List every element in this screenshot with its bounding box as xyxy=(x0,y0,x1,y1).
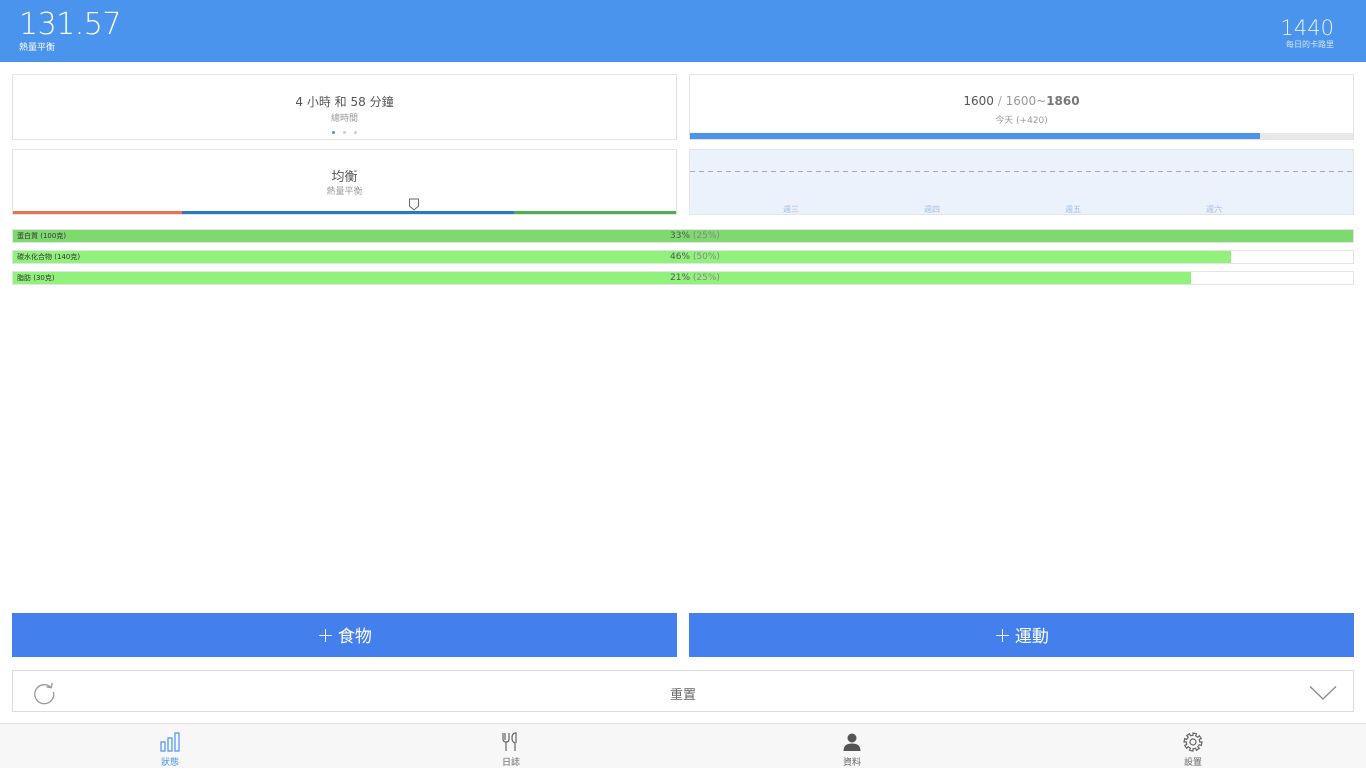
calorie-progress-bar xyxy=(690,133,1353,139)
tab-settings-label: 設置 xyxy=(1183,758,1202,768)
reset-bar[interactable]: 重置 xyxy=(12,670,1354,712)
tab-status[interactable]: 狀態 xyxy=(140,724,200,769)
total-time-label: 總時間 xyxy=(330,114,358,124)
calorie-range-sep: ~ xyxy=(1036,94,1047,108)
macro-fill xyxy=(13,251,1232,263)
balance-status: 均衡 xyxy=(331,170,358,185)
tab-settings[interactable]: 設置 xyxy=(1163,724,1223,769)
macro-label: 碳水化合物 (140克) xyxy=(17,253,81,261)
macro-percent: 33% (25%) xyxy=(670,230,720,242)
macro-percent-goal: (25%) xyxy=(692,231,720,241)
balance-value: 131.57 xyxy=(19,7,121,42)
balance-scale xyxy=(13,211,676,214)
chart-tick-label: 週五 xyxy=(1065,205,1081,214)
tab-profile-label: 資料 xyxy=(842,758,861,768)
macro-percent-value: 33% xyxy=(670,231,691,241)
macro-percent-value: 21% xyxy=(670,273,691,283)
utensils-icon xyxy=(502,732,517,751)
macro-label: 蛋白質 (100克) xyxy=(17,232,67,240)
macro-fill xyxy=(13,272,1191,284)
tab-status-label: 狀態 xyxy=(160,758,179,768)
balance-card-label: 熱量平衡 xyxy=(326,187,363,197)
balance-label: 熱量平衡 xyxy=(19,43,56,53)
header-bar: 131.57 熱量平衡 1440 每日的卡路里 xyxy=(0,0,1366,62)
reset-button[interactable]: 重置 xyxy=(13,684,1353,703)
page-dot[interactable] xyxy=(332,131,335,134)
daily-calories-label: 每日的卡路里 xyxy=(1286,40,1334,49)
add-exercise-button[interactable]: + 運動 xyxy=(689,613,1354,657)
macro-label: 脂肪 (30克) xyxy=(17,274,55,282)
chart-tick-label: 週四 xyxy=(924,205,940,214)
daily-calories-summary[interactable]: 1440 每日的卡路里 xyxy=(1281,16,1334,50)
balance-card[interactable]: 均衡 熱量平衡 xyxy=(12,149,677,215)
page-dot[interactable] xyxy=(343,131,346,134)
person-icon xyxy=(843,733,861,751)
calorie-intake-card[interactable]: 1600 / 1600~1860 今天 (+420) xyxy=(689,74,1354,140)
chevron-down-icon[interactable] xyxy=(1309,685,1337,701)
gear-icon xyxy=(1183,732,1203,752)
total-time-value: 4 小時 和 58 分鐘 xyxy=(295,95,394,109)
calorie-separator: / xyxy=(993,94,1006,108)
calorie-range-high: 1860 xyxy=(1046,94,1080,108)
weekly-calorie-chart[interactable]: 9001,1001,300900週三週四週五週六 xyxy=(689,149,1354,215)
tab-profile[interactable]: 資料 xyxy=(822,724,882,769)
bar-chart-icon xyxy=(160,732,180,752)
balance-summary[interactable]: 131.57 熱量平衡 xyxy=(19,8,121,54)
calorie-intake-summary: 1600 / 1600~1860 xyxy=(690,94,1353,108)
add-food-button[interactable]: + 食物 xyxy=(12,613,677,657)
balance-scale-mid xyxy=(182,211,514,214)
chart-tick-label: 週三 xyxy=(783,205,799,214)
macro-row[interactable]: 蛋白質 (100克) 33% (25%) xyxy=(12,229,1354,243)
plus-icon: + xyxy=(994,623,1011,647)
tab-log-label: 日誌 xyxy=(501,758,520,768)
tab-bar: 狀態 日誌 資料 設置 xyxy=(0,723,1366,768)
calorie-range-low: 1600 xyxy=(1005,94,1037,108)
macro-percent-goal: (50%) xyxy=(692,252,720,262)
add-exercise-label: 運動 xyxy=(1014,627,1049,647)
plus-icon: + xyxy=(317,623,334,647)
weekly-calorie-chart-svg: 9001,1001,300900週三週四週五週六 xyxy=(690,150,1353,214)
calorie-consumed: 1600 xyxy=(963,94,994,108)
calorie-today-label: 今天 (+420) xyxy=(995,116,1048,126)
chart-tick-label: 週六 xyxy=(1206,204,1222,214)
macro-percent-value: 46% xyxy=(670,252,691,262)
macro-percent: 46% (50%) xyxy=(670,251,720,263)
balance-scale-low xyxy=(13,211,183,214)
balance-scale-high xyxy=(513,211,676,214)
tab-log[interactable]: 日誌 xyxy=(481,724,541,769)
macro-row[interactable]: 脂肪 (30克) 21% (25%) xyxy=(12,271,1354,285)
daily-calories-value: 1440 xyxy=(1280,16,1334,40)
macro-row[interactable]: 碳水化合物 (140克) 46% (50%) xyxy=(12,250,1354,264)
add-food-label: 食物 xyxy=(337,627,372,647)
macro-percent: 21% (25%) xyxy=(670,272,720,284)
macro-percent-goal: (25%) xyxy=(692,273,720,283)
page-indicator[interactable] xyxy=(13,131,676,134)
calorie-progress-fill xyxy=(690,133,1261,139)
page-dot[interactable] xyxy=(354,131,357,134)
total-time-card[interactable]: 4 小時 和 58 分鐘 總時間 xyxy=(12,74,677,140)
balance-marker-icon xyxy=(409,198,420,211)
